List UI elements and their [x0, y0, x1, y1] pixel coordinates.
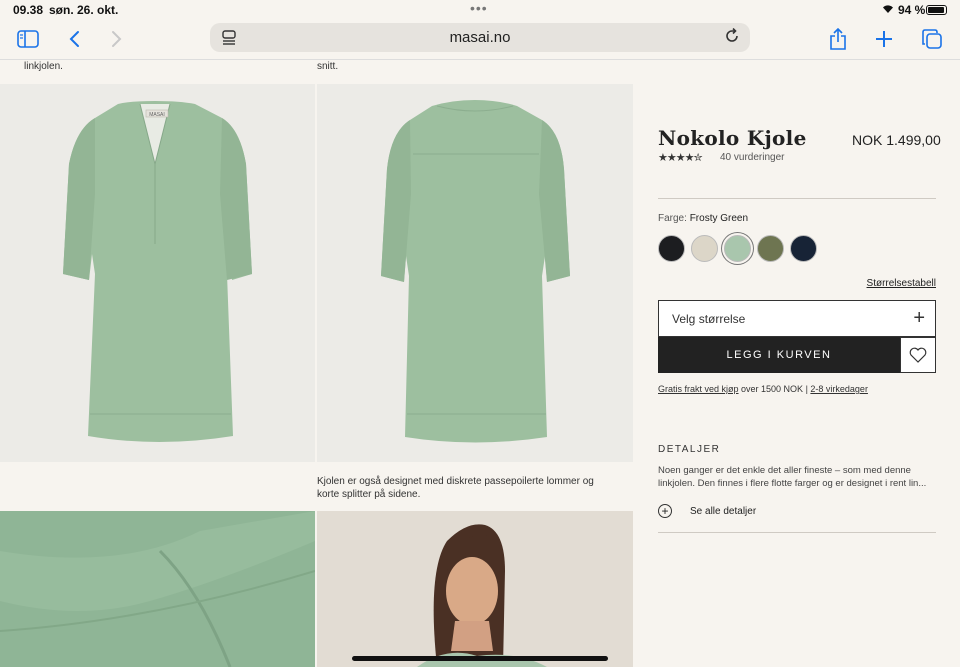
multitasking-dots-icon[interactable]: •••	[470, 0, 488, 16]
wishlist-button[interactable]	[900, 337, 936, 373]
product-image-front[interactable]: MASAI	[0, 84, 315, 462]
url-text: masai.no	[449, 29, 511, 46]
product-title: Nokolo Kjole	[658, 126, 807, 150]
status-date: søn. 26. okt.	[49, 3, 119, 17]
fabric-closeup-image[interactable]	[0, 511, 315, 667]
divider	[658, 198, 936, 199]
delivery-days-link[interactable]: 2-8 virkedager	[810, 384, 868, 394]
model-image[interactable]	[317, 511, 633, 667]
details-heading: DETALJER	[658, 444, 721, 455]
size-guide-link[interactable]: Størrelsestabell	[867, 278, 936, 289]
shipping-info: Gratis frakt ved kjøp over 1500 NOK | 2-…	[658, 384, 868, 394]
gallery-caption-mid: Kjolen er også designet med diskrete pas…	[317, 476, 594, 500]
sidebar-icon[interactable]	[14, 25, 42, 53]
product-price: NOK 1.499,00	[852, 132, 941, 148]
size-select-label: Velg størrelse	[672, 312, 746, 326]
details-text: Noen ganger er det enkle det aller fines…	[658, 465, 927, 489]
rating-stars-icon[interactable]: ★★★★✮	[658, 151, 703, 164]
color-label: Farge: Frosty Green	[658, 213, 749, 224]
address-bar[interactable]: masai.no	[210, 23, 750, 52]
color-value: Frosty Green	[689, 213, 749, 224]
gallery-caption-top-right: snitt.	[317, 61, 339, 72]
battery-icon	[926, 5, 947, 15]
status-bar: 09.38 søn. 26. okt. ••• 94 %	[0, 0, 960, 20]
review-count-link[interactable]: 40 vurderinger	[720, 152, 784, 163]
forward-icon[interactable]	[103, 25, 131, 53]
status-time: 09.38	[13, 3, 44, 17]
plus-circle-icon: +	[658, 504, 672, 518]
back-icon[interactable]	[60, 25, 88, 53]
add-to-cart-button[interactable]: LEGG I KURVEN	[658, 337, 900, 373]
browser-toolbar: masai.no	[0, 20, 960, 60]
swatch-frosty-green[interactable]	[724, 235, 751, 262]
see-all-details-button[interactable]: + Se alle detaljer	[658, 504, 756, 518]
swatch-natural[interactable]	[691, 235, 718, 262]
gallery-caption-top-left: linkjolen.	[24, 61, 63, 72]
heart-icon	[909, 347, 927, 363]
tabs-icon[interactable]	[918, 25, 946, 53]
divider	[658, 532, 936, 533]
battery-percent: 94 %	[898, 3, 926, 17]
share-icon[interactable]	[824, 25, 852, 53]
size-select[interactable]: Velg størrelse +	[658, 300, 936, 337]
home-indicator[interactable]	[352, 656, 608, 661]
swatch-olive[interactable]	[757, 235, 784, 262]
new-tab-icon[interactable]	[870, 25, 898, 53]
swatch-black[interactable]	[658, 235, 685, 262]
color-swatches	[658, 235, 817, 262]
swatch-navy[interactable]	[790, 235, 817, 262]
plus-icon: +	[913, 307, 925, 329]
page-content: linkjolen. snitt. MASAI Kjolen er også d…	[0, 61, 960, 667]
see-all-details-label: Se alle detaljer	[690, 505, 757, 517]
product-image-back[interactable]	[317, 84, 633, 462]
neck-label: MASAI	[149, 112, 165, 118]
wifi-icon	[882, 3, 894, 17]
reload-icon[interactable]	[724, 27, 740, 49]
free-shipping-link[interactable]: Gratis frakt ved kjøp	[658, 384, 739, 394]
